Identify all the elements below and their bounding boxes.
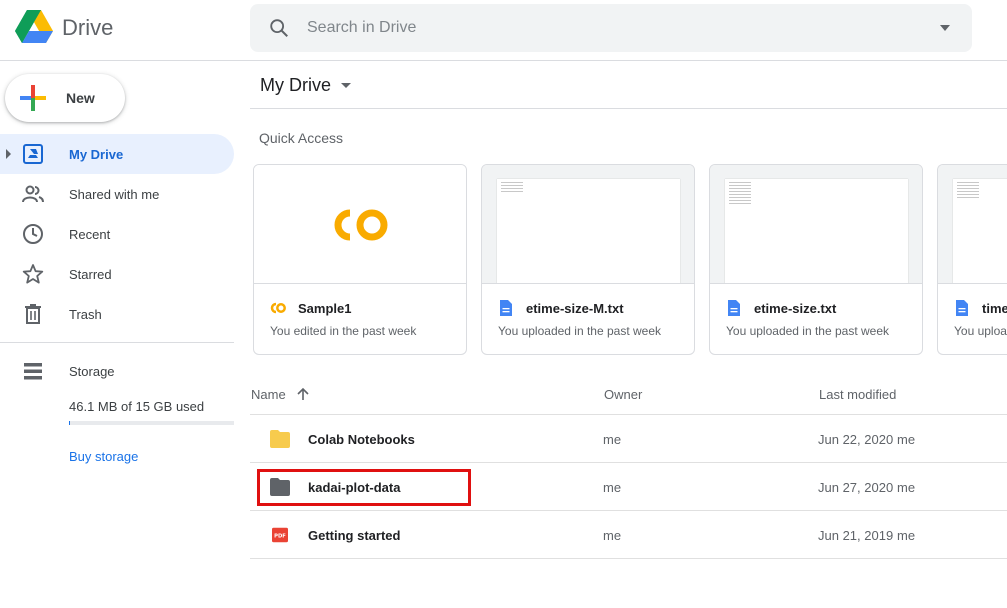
card-subtitle: You uploaded in the past week	[498, 324, 662, 338]
table-row[interactable]: Colab Notebooks me Jun 22, 2020 me	[250, 415, 1007, 463]
storage-icon	[24, 363, 42, 380]
row-modified-by: me	[897, 528, 916, 543]
search-input[interactable]: Search in Drive	[307, 19, 416, 37]
column-header-name[interactable]: Name	[251, 387, 286, 402]
storage-used-text: 46.1 MB of 15 GB used	[69, 399, 205, 414]
sidebar-item-recent[interactable]: Recent	[0, 214, 234, 254]
sidebar-item-shared[interactable]: Shared with me	[0, 174, 234, 214]
storage-label: Storage	[69, 364, 115, 379]
document-thumbnail	[497, 179, 680, 283]
buy-storage-link[interactable]: Buy storage	[69, 449, 138, 464]
app-title: Drive	[62, 15, 114, 40]
card-subtitle: You uploaded in the past week	[726, 324, 890, 338]
my-drive-icon	[23, 144, 43, 164]
clock-icon	[23, 224, 43, 244]
highlight-box	[257, 469, 471, 506]
sidebar-item-storage[interactable]: Storage	[0, 351, 234, 391]
sidebar-item-label: Trash	[69, 307, 102, 322]
sidebar-item-starred[interactable]: Starred	[0, 254, 234, 294]
expand-arrow-icon[interactable]	[6, 149, 11, 159]
row-modified-date: Jun 22, 2020	[818, 432, 894, 447]
star-icon	[22, 264, 44, 284]
page-title-dropdown-icon[interactable]	[341, 83, 351, 88]
column-header-last-modified[interactable]: Last modified	[819, 387, 896, 402]
svg-text:PDF: PDF	[274, 533, 286, 539]
doc-icon	[956, 300, 968, 316]
sidebar-item-label: Starred	[69, 267, 112, 282]
row-modified-by: me	[897, 480, 916, 495]
card-name: Sample1	[298, 301, 352, 316]
column-header-owner[interactable]: Owner	[604, 387, 642, 402]
card-name: etime-size.txt	[754, 301, 837, 316]
drive-logo[interactable]: Drive	[14, 9, 113, 45]
card-subtitle: You edited in the past week	[270, 324, 417, 338]
row-owner: me	[603, 432, 622, 447]
card-name: time	[982, 301, 1007, 316]
card-preview	[254, 165, 466, 284]
quick-access-card[interactable]: etime-size.txt You uploaded in the past …	[709, 164, 923, 355]
page-title[interactable]: My Drive	[260, 75, 331, 96]
sidebar-item-trash[interactable]: Trash	[0, 294, 234, 334]
table-divider	[250, 558, 1007, 559]
new-button-label: New	[66, 90, 95, 106]
shared-icon	[22, 185, 44, 203]
document-thumbnail	[953, 179, 1007, 283]
sidebar-divider	[0, 342, 234, 343]
search-options-icon[interactable]	[940, 25, 950, 31]
table-row[interactable]: PDF Getting started me Jun 21, 2019 me	[250, 511, 1007, 559]
sidebar-item-label: My Drive	[69, 147, 124, 162]
colab-logo-icon	[334, 209, 388, 241]
row-name: Getting started	[308, 528, 401, 543]
pdf-icon: PDF	[272, 527, 288, 543]
colab-icon	[270, 302, 286, 314]
sidebar-item-label: Recent	[69, 227, 111, 242]
card-subtitle: You uploa	[954, 324, 1007, 338]
card-preview	[710, 165, 922, 284]
doc-icon	[500, 300, 512, 316]
quick-access-card[interactable]: Sample1 You edited in the past week	[253, 164, 467, 355]
search-icon[interactable]	[268, 17, 290, 39]
plus-icon	[20, 85, 46, 111]
new-button[interactable]: New	[5, 74, 125, 122]
folder-icon	[270, 430, 290, 448]
row-name: Colab Notebooks	[308, 432, 415, 447]
doc-icon	[728, 300, 740, 316]
trash-icon	[25, 304, 41, 324]
row-owner: me	[603, 528, 622, 543]
card-preview	[482, 165, 694, 284]
quick-access-card[interactable]: etime-size-M.txt You uploaded in the pas…	[481, 164, 695, 355]
row-owner: me	[603, 480, 622, 495]
sidebar-item-my-drive[interactable]: My Drive	[0, 134, 234, 174]
card-preview	[938, 165, 1007, 284]
header-divider	[0, 60, 1007, 61]
row-modified-by: me	[897, 432, 916, 447]
sort-ascending-icon[interactable]	[296, 387, 310, 401]
row-modified-date: Jun 27, 2020	[818, 480, 894, 495]
quick-access-card[interactable]: time You uploa	[937, 164, 1007, 355]
storage-progress-bar	[69, 421, 234, 425]
card-name: etime-size-M.txt	[526, 301, 624, 316]
drive-logo-icon	[15, 10, 53, 43]
main-divider	[250, 108, 1007, 109]
search-bar[interactable]: Search in Drive	[250, 4, 972, 52]
sidebar-item-label: Shared with me	[69, 187, 160, 202]
document-thumbnail	[725, 179, 908, 283]
row-modified-date: Jun 21, 2019	[818, 528, 894, 543]
storage-progress-fill	[69, 421, 70, 425]
quick-access-title: Quick Access	[259, 130, 344, 146]
